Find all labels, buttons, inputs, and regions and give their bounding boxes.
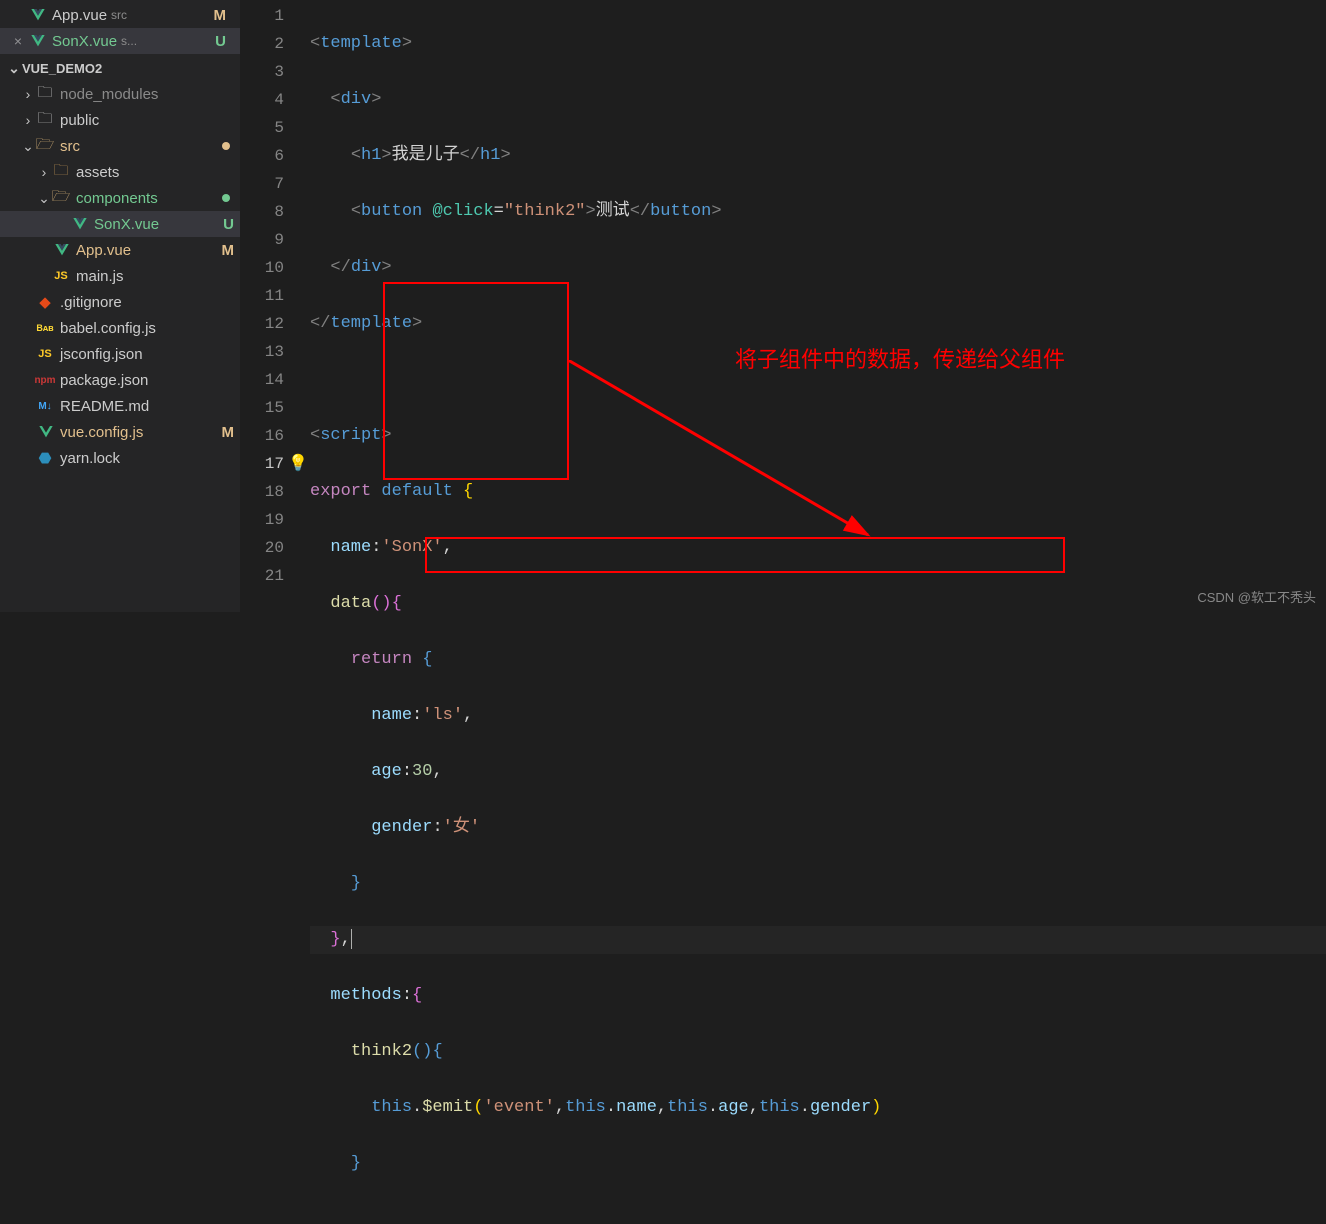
tree-file-yarnlock[interactable]: ⬣ yarn.lock <box>0 445 240 471</box>
git-status: U <box>223 216 240 233</box>
editor-tab-sonx[interactable]: × SonX.vue s... U <box>0 28 240 54</box>
tree-label: vue.config.js <box>60 424 143 441</box>
git-icon: ◆ <box>36 293 54 311</box>
folder-icon: 🗀 <box>52 163 70 181</box>
project-name: VUE_DEMO2 <box>22 61 102 76</box>
tree-file-babel[interactable]: Bᴀʙ babel.config.js <box>0 315 240 341</box>
editor-tab-app[interactable]: App.vue src M <box>0 2 240 28</box>
tree-label: node_modules <box>60 86 158 103</box>
tree-label: main.js <box>76 268 124 285</box>
tab-filename: App.vue <box>52 7 107 24</box>
tree-file-jsconfig[interactable]: JS jsconfig.json <box>0 341 240 367</box>
tree-label: jsconfig.json <box>60 346 143 363</box>
jsconfig-icon: JS <box>36 345 54 363</box>
code-content[interactable]: <template> <div> <h1>我是儿子</h1> <button @… <box>310 0 1326 612</box>
yarn-icon: ⬣ <box>36 449 54 467</box>
markdown-icon: M↓ <box>36 397 54 415</box>
file-tree: ›🗀node_modules ›🗀public ⌄🗁src ›🗀assets ⌄… <box>0 81 240 471</box>
open-editors: App.vue src M × SonX.vue s... U <box>0 0 240 56</box>
tab-path: s... <box>121 34 137 48</box>
chevron-down-icon: ⌄ <box>36 190 52 207</box>
tree-file-gitignore[interactable]: ◆ .gitignore <box>0 289 240 315</box>
js-icon: JS <box>52 267 70 285</box>
tree-file-mainjs[interactable]: JS main.js <box>0 263 240 289</box>
tree-file-vueconfig[interactable]: vue.config.js M <box>0 419 240 445</box>
git-status: M <box>222 242 241 259</box>
tree-label: yarn.lock <box>60 450 120 467</box>
tree-label: README.md <box>60 398 149 415</box>
tree-file-sonx[interactable]: SonX.vue U <box>0 211 240 237</box>
tree-file-package[interactable]: npm package.json <box>0 367 240 393</box>
git-status: U <box>215 33 232 50</box>
chevron-right-icon: › <box>36 164 52 180</box>
vue-icon <box>54 242 70 258</box>
tree-label: package.json <box>60 372 148 389</box>
chevron-right-icon: › <box>20 112 36 128</box>
annotation-text: 将子组件中的数据，传递给父组件 <box>735 346 1065 374</box>
tree-file-readme[interactable]: M↓ README.md <box>0 393 240 419</box>
tree-label: App.vue <box>76 242 131 259</box>
git-status: M <box>222 424 241 441</box>
tree-label: SonX.vue <box>94 216 159 233</box>
tree-folder-public[interactable]: ›🗀 public <box>0 107 240 133</box>
vue-icon <box>30 7 46 23</box>
tree-folder-src[interactable]: ⌄🗁 src <box>0 133 240 159</box>
tree-file-app[interactable]: App.vue M <box>0 237 240 263</box>
folder-icon: 🗀 <box>36 85 54 103</box>
folder-open-icon: 🗁 <box>52 189 70 207</box>
vue-icon <box>72 216 88 232</box>
tree-label: babel.config.js <box>60 320 156 337</box>
code-editor[interactable]: 1 2 3 4 5 6 7 8 9 10 11 12 13 14 15 16 1… <box>240 0 1326 612</box>
tab-path: src <box>111 8 127 22</box>
folder-open-icon: 🗁 <box>36 137 54 155</box>
chevron-right-icon: › <box>20 86 36 102</box>
vue-icon <box>30 33 46 49</box>
tree-folder-assets[interactable]: ›🗀 assets <box>0 159 240 185</box>
tree-folder-node-modules[interactable]: ›🗀 node_modules <box>0 81 240 107</box>
folder-icon: 🗀 <box>36 111 54 129</box>
watermark: CSDN @软工不秃头 <box>1197 587 1316 606</box>
git-status: M <box>214 7 233 24</box>
tree-label: components <box>76 190 158 207</box>
babel-icon: Bᴀʙ <box>36 319 54 337</box>
lightbulb-icon[interactable]: 💡 <box>288 450 308 478</box>
tree-label: src <box>60 138 80 155</box>
line-gutter: 1 2 3 4 5 6 7 8 9 10 11 12 13 14 15 16 1… <box>240 0 310 612</box>
tab-filename: SonX.vue <box>52 33 117 50</box>
modified-dot-icon <box>222 142 230 150</box>
tree-folder-components[interactable]: ⌄🗁 components <box>0 185 240 211</box>
vue-icon <box>38 424 54 440</box>
chevron-down-icon: ⌄ <box>6 60 22 77</box>
chevron-down-icon: ⌄ <box>20 138 36 155</box>
sidebar: App.vue src M × SonX.vue s... U ⌄ VUE_DE… <box>0 0 240 612</box>
close-icon[interactable]: × <box>8 33 28 49</box>
tree-label: assets <box>76 164 119 181</box>
modified-dot-icon <box>222 194 230 202</box>
tree-label: public <box>60 112 99 129</box>
tree-label: .gitignore <box>60 294 122 311</box>
npm-icon: npm <box>36 371 54 389</box>
explorer-header[interactable]: ⌄ VUE_DEMO2 <box>0 56 240 81</box>
